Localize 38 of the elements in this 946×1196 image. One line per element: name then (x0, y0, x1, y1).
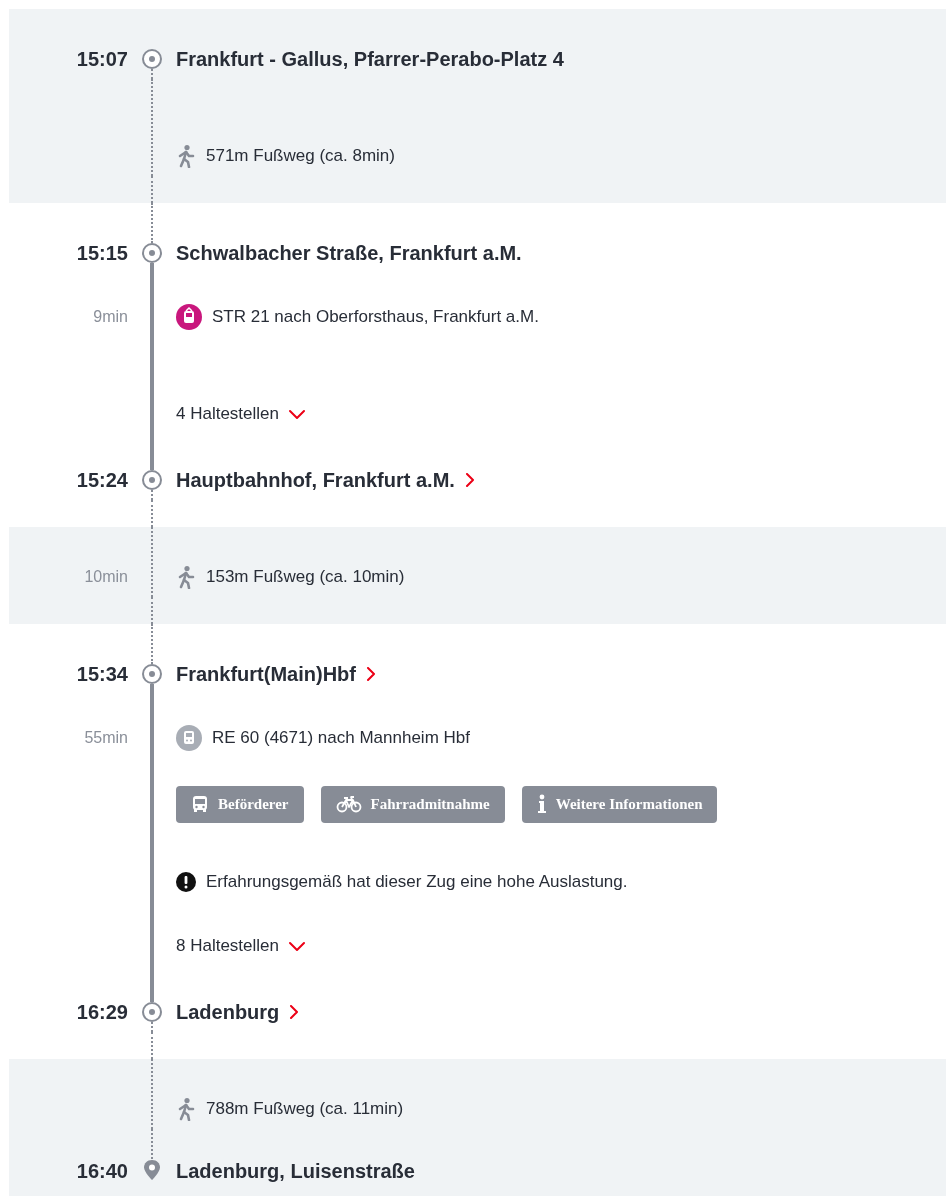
walk-info: 788m Fußweg (ca. 11min) (206, 1099, 404, 1119)
stop-name: Hauptbahnhof, Frankfurt a.M. (176, 468, 455, 492)
stop-name: Schwalbacher Straße, Frankfurt a.M. (176, 241, 522, 265)
walking-person-icon (176, 144, 196, 168)
arrival-time: 15:24 (76, 468, 128, 492)
walk-info: 571m Fußweg (ca. 8min) (206, 146, 395, 166)
stops-toggle[interactable]: 4 Haltestellen (176, 404, 305, 424)
stop-name: Frankfurt - Gallus, Pfarrer-Perabo-Platz 4 (176, 47, 564, 71)
arrival-time: 16:29 (76, 1000, 128, 1024)
warning-icon (176, 872, 196, 892)
bicycle-icon (335, 795, 362, 813)
line-info: STR 21 nach Oberforsthaus, Frankfurt a.M. (212, 307, 539, 327)
notice-text: Erfahrungsgemäß hat dieser Zug eine hohe Auslastung. (206, 872, 628, 892)
info-button[interactable]: Beförderer (176, 785, 304, 823)
chevron-down-icon (289, 940, 305, 952)
arrival-time: 15:15 (76, 241, 128, 265)
duration-label: 9min (93, 308, 128, 326)
walk-info: 153m Fußweg (ca. 10min) (206, 567, 405, 587)
chevron-down-icon (289, 408, 305, 420)
arrival-time: 15:34 (76, 662, 128, 686)
duration-label: 10min (84, 568, 128, 586)
line-info: RE 60 (4671) nach Mannheim Hbf (212, 728, 470, 748)
stop-name: Frankfurt(Main)Hbf (176, 662, 356, 686)
walking-person-icon (176, 1097, 196, 1121)
chevron-right-icon[interactable] (464, 473, 475, 487)
stop-name: Ladenburg, Luisenstraße (176, 1159, 415, 1183)
info-button[interactable]: Fahrradmitnahme (320, 785, 505, 823)
stop-name: Ladenburg (176, 1000, 280, 1024)
chevron-right-icon[interactable] (366, 667, 376, 681)
duration-label: 55min (84, 729, 128, 747)
info-icon (536, 794, 547, 814)
bus-icon (191, 795, 209, 813)
arrival-time: 16:40 (76, 1159, 128, 1183)
info-button[interactable]: Weitere Informationen (521, 785, 718, 823)
arrival-time: 15:07 (76, 47, 128, 71)
chevron-right-icon[interactable] (289, 1005, 300, 1019)
walking-person-icon (176, 565, 196, 589)
stops-toggle[interactable]: 8 Haltestellen (176, 936, 305, 956)
